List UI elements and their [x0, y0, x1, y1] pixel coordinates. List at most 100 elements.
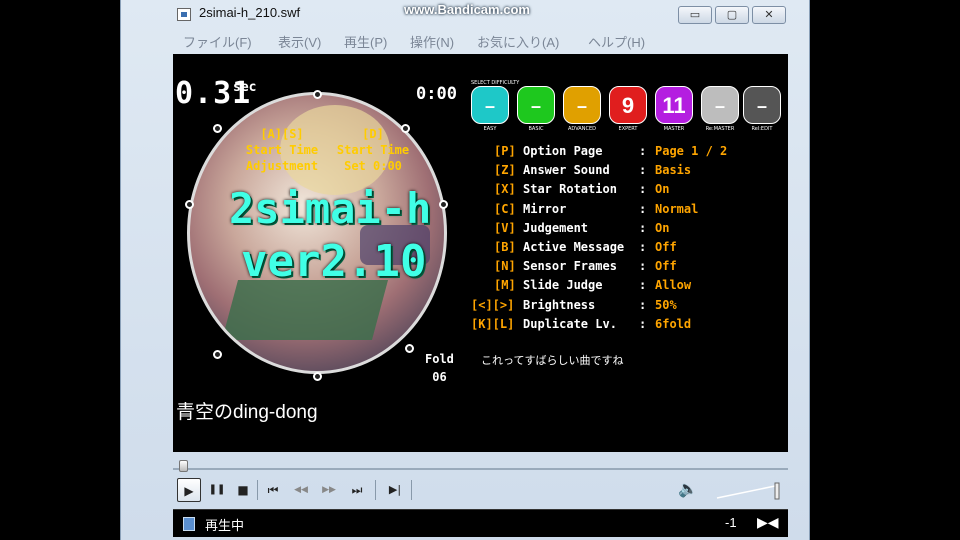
- option-key: [P]: [494, 144, 516, 158]
- option-value: Off: [655, 259, 677, 274]
- sensor-node: [313, 90, 322, 99]
- jacket-skirt-shape: [221, 280, 389, 340]
- menu-control[interactable]: 操作(N): [410, 32, 454, 51]
- option-separator: :: [639, 259, 647, 274]
- option-value: Page 1 / 2: [655, 144, 728, 158]
- menu-play[interactable]: 再生(P): [344, 32, 387, 51]
- close-button[interactable]: ✕: [752, 6, 786, 24]
- window-title: 2simai-h_210.swf: [199, 5, 301, 20]
- song-title: 青空のding-dong: [176, 402, 318, 423]
- difficulty-advanced[interactable]: –: [563, 86, 601, 124]
- control-divider: [375, 480, 376, 500]
- flash-app-icon: [177, 8, 191, 21]
- difficulty-expert-level: 9: [621, 93, 635, 118]
- option-separator: :: [639, 278, 647, 293]
- difficulty-edit-caption: Rel:EDIT: [751, 126, 773, 132]
- option-name: Star Rotation: [523, 182, 617, 197]
- start-adjust-key: [A][S]: [260, 127, 304, 141]
- sensor-node: [439, 200, 448, 209]
- sensor-node: [213, 124, 222, 133]
- option-name: Active Message: [523, 240, 625, 254]
- pause-button[interactable]: ❚❚: [205, 478, 229, 502]
- option-value: On: [655, 182, 670, 197]
- title-bar[interactable]: 2simai-h_210.swf www.Bandicam.com ▭ ▢ ✕: [121, 0, 811, 28]
- option-key: [X]: [494, 182, 516, 197]
- difficulty-expert[interactable]: 9: [609, 86, 647, 124]
- option-value: Allow: [655, 278, 692, 293]
- option-separator: :: [639, 163, 647, 178]
- volume-icon[interactable]: 🔈: [678, 479, 698, 498]
- start-set-line2: Set 0:00: [344, 159, 402, 173]
- right-pillarbox: [810, 0, 960, 540]
- seek-bar[interactable]: [173, 458, 788, 474]
- game-stage[interactable]: 0.31 sec 0:00 [A][S] Start Time Adjustme…: [173, 54, 788, 452]
- fold-label: Fold: [425, 352, 454, 366]
- minimize-button[interactable]: ▭: [678, 6, 712, 24]
- fold-indicator: Fold 06: [425, 350, 454, 386]
- option-value: On: [655, 220, 670, 235]
- option-key: [N]: [494, 259, 516, 274]
- option-value: Basis: [655, 163, 692, 178]
- option-key: [M]: [494, 278, 516, 293]
- difficulty-master-caption: MASTER: [663, 126, 685, 132]
- playback-controls: ▶ ❚❚ ■ ⏮ ◀◀ ▶▶ ⏭ ▶| 🔈: [173, 476, 788, 506]
- maximize-button[interactable]: ▢: [715, 6, 749, 24]
- difficulty-remaster-caption: Re:MASTER: [705, 126, 735, 132]
- document-icon: [183, 517, 195, 531]
- seek-track[interactable]: [173, 468, 788, 470]
- difficulty-edit[interactable]: –: [743, 86, 781, 124]
- sensor-node: [213, 350, 222, 359]
- start-set-key: [D]: [362, 127, 384, 141]
- difficulty-basic[interactable]: –: [517, 86, 555, 124]
- option-separator: :: [639, 144, 647, 158]
- game-logo-version: ver2.10: [241, 236, 427, 287]
- menu-help[interactable]: ヘルプ(H): [588, 32, 645, 51]
- difficulty-easy-level: –: [484, 96, 495, 116]
- option-separator: :: [639, 240, 647, 254]
- difficulty-easy[interactable]: –: [471, 86, 509, 124]
- status-bar: 再生中 -1 ▶◀: [173, 509, 788, 537]
- sensor-node: [185, 200, 194, 209]
- control-divider: [257, 480, 258, 500]
- song-clock: 0:00: [416, 84, 457, 104]
- start-set-line1: Start Time: [336, 143, 410, 157]
- option-key: [Z]: [494, 163, 516, 178]
- start-adjust-line1: Start Time: [245, 143, 319, 157]
- option-name: Option Page: [523, 144, 603, 158]
- frame-step-button[interactable]: ▶|: [383, 478, 407, 502]
- difficulty-advanced-level: –: [576, 96, 587, 116]
- option-key: [K][L]: [471, 316, 515, 331]
- option-name: Brightness: [523, 297, 596, 312]
- sensor-node: [313, 372, 322, 381]
- fast-forward-button[interactable]: ▶▶: [317, 478, 341, 502]
- stop-button[interactable]: ■: [231, 478, 255, 502]
- previous-button[interactable]: ⏮: [261, 478, 285, 502]
- rewind-button[interactable]: ◀◀: [289, 478, 313, 502]
- difficulty-edit-level: –: [756, 96, 767, 116]
- difficulty-advanced-caption: ADVANCED: [568, 126, 596, 132]
- option-name: Answer Sound: [523, 163, 610, 178]
- menu-file[interactable]: ファイル(F): [183, 32, 252, 51]
- difficulty-expert-caption: EXPERT: [618, 126, 638, 132]
- option-value: 50%: [655, 297, 677, 312]
- option-key: [<][>]: [471, 297, 515, 312]
- play-button[interactable]: ▶: [177, 478, 201, 502]
- difficulty-remaster[interactable]: –: [701, 86, 739, 124]
- option-name: Duplicate Lv.: [523, 316, 617, 331]
- option-value: Off: [655, 240, 677, 254]
- menu-favorites[interactable]: お気に入り(A): [477, 32, 559, 51]
- song-comment: これってすばらしい曲ですね: [481, 354, 624, 367]
- start-set-hint: [D] Start Time Set 0:00: [333, 126, 413, 174]
- option-separator: :: [639, 316, 647, 331]
- fit-icon[interactable]: ▶◀: [757, 515, 779, 531]
- difficulty-easy-caption: EASY: [483, 126, 497, 132]
- status-value: -1: [725, 515, 737, 530]
- menu-view[interactable]: 表示(V): [278, 32, 321, 51]
- seek-thumb[interactable]: [179, 460, 188, 472]
- volume-slider[interactable]: [715, 482, 781, 500]
- option-separator: :: [639, 297, 647, 312]
- sensor-node: [405, 344, 414, 353]
- option-value: 6fold: [655, 316, 692, 331]
- next-button[interactable]: ⏭: [345, 478, 369, 502]
- difficulty-master[interactable]: 11: [655, 86, 693, 124]
